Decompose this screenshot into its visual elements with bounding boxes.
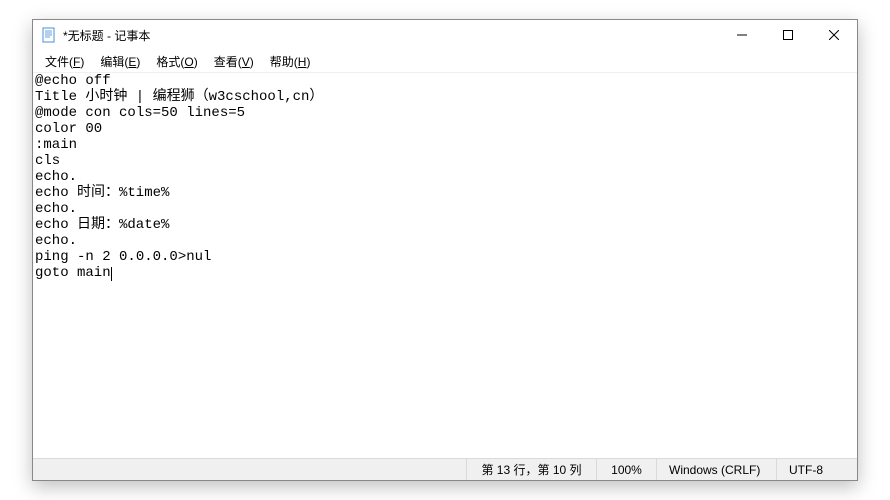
editor-line: echo. [35, 233, 855, 249]
menu-view[interactable]: 查看(V) [206, 51, 262, 72]
editor-line: ping -n 2 0.0.0.0>nul [35, 249, 855, 265]
menu-edit[interactable]: 编辑(E) [92, 51, 148, 72]
notepad-icon [41, 27, 57, 43]
window-controls [719, 20, 857, 50]
menu-format[interactable]: 格式(O) [148, 51, 205, 72]
menu-help[interactable]: 帮助(H) [262, 51, 319, 72]
editor-line: echo. [35, 201, 855, 217]
editor-line: @mode con cols=50 lines=5 [35, 105, 855, 121]
status-encoding: UTF-8 [777, 459, 857, 480]
editor-line: :main [35, 137, 855, 153]
menubar: 文件(F) 编辑(E) 格式(O) 查看(V) 帮助(H) [33, 50, 857, 72]
editor-line: @echo off [35, 73, 855, 89]
editor-line: cls [35, 153, 855, 169]
maximize-button[interactable] [765, 20, 811, 50]
statusbar: 第 13 行，第 10 列 100% Windows (CRLF) UTF-8 [33, 458, 857, 480]
editor-line: echo. [35, 169, 855, 185]
status-line-ending: Windows (CRLF) [657, 459, 777, 480]
editor-line: goto main [35, 265, 855, 281]
text-caret [111, 267, 112, 281]
editor-line: echo 日期：%date% [35, 217, 855, 233]
menu-file[interactable]: 文件(F) [37, 51, 92, 72]
editor-line: color 00 [35, 121, 855, 137]
text-editor[interactable]: @echo offTitle 小时钟 | 编程狮（w3cschool,cn）@m… [33, 72, 857, 458]
minimize-button[interactable] [719, 20, 765, 50]
notepad-window: *无标题 - 记事本 文件(F) 编辑(E) 格式(O) 查看(V) 帮助(H)… [32, 19, 858, 481]
window-title: *无标题 - 记事本 [63, 27, 150, 44]
statusbar-spacer [33, 459, 467, 480]
editor-line: Title 小时钟 | 编程狮（w3cschool,cn） [35, 89, 855, 105]
close-button[interactable] [811, 20, 857, 50]
titlebar[interactable]: *无标题 - 记事本 [33, 20, 857, 50]
editor-line: echo 时间：%time% [35, 185, 855, 201]
status-zoom: 100% [597, 459, 657, 480]
status-cursor-position: 第 13 行，第 10 列 [467, 459, 597, 480]
